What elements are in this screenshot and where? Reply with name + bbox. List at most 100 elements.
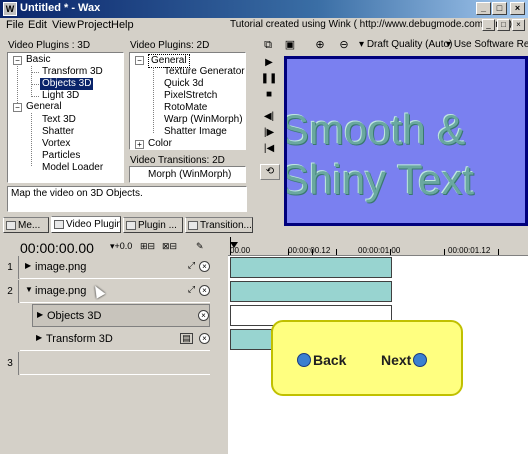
effect-icon[interactable]: ⤢ bbox=[186, 285, 197, 296]
track-number bbox=[2, 304, 19, 327]
remove-icon[interactable]: × bbox=[199, 285, 210, 296]
track-header[interactable]: ▶ Transform 3D ▤ × bbox=[20, 328, 210, 351]
track-label: image.png bbox=[35, 261, 87, 273]
track-2[interactable]: 2 ▼ image.png ⤢ × bbox=[2, 280, 210, 303]
plugins-2d-tree[interactable]: − General Texture Generator Quick 3d Pix… bbox=[129, 52, 246, 150]
remove-icon[interactable]: × bbox=[199, 333, 210, 344]
menu-file[interactable]: File bbox=[6, 19, 24, 31]
transition-tab-icon bbox=[188, 221, 198, 230]
stop-icon[interactable]: ■ bbox=[260, 88, 278, 104]
delete-button[interactable]: ⊠⊟ bbox=[162, 241, 177, 252]
remove-icon[interactable]: × bbox=[199, 261, 210, 272]
track-label: Objects 3D bbox=[47, 310, 102, 322]
timeline-ruler[interactable]: 00.00 00:00:00.12 00:00:01.00 00:00:01.1… bbox=[228, 237, 528, 256]
menu-edit[interactable]: Edit bbox=[28, 19, 47, 31]
subtrack-transform3d[interactable]: ▶ Transform 3D ▤ × bbox=[2, 328, 210, 351]
clip-bar[interactable] bbox=[230, 281, 392, 302]
collapse-icon[interactable]: − bbox=[13, 103, 22, 112]
tree-node-model-loader[interactable]: Model Loader bbox=[42, 162, 103, 174]
track-header[interactable] bbox=[20, 352, 210, 375]
collapse-icon[interactable]: − bbox=[135, 56, 144, 65]
playhead-icon[interactable] bbox=[230, 242, 238, 248]
minimize-button[interactable]: _ bbox=[476, 2, 491, 15]
tree-node-objects3d[interactable]: Objects 3D bbox=[40, 78, 94, 90]
tree-node-shatter[interactable]: Shatter bbox=[42, 126, 74, 138]
title-bar: W Untitled * - Wax _ □ × bbox=[0, 0, 528, 18]
renderer-option[interactable]: ▾ Use Software Re bbox=[446, 39, 528, 50]
subtrack-objects3d[interactable]: ▶ Objects 3D × bbox=[2, 304, 210, 327]
plugins-3d-tree[interactable]: − Basic Transform 3D Objects 3D Light 3D… bbox=[7, 52, 124, 183]
copy-icon[interactable]: ⧉ bbox=[262, 39, 274, 51]
expand-arrow-icon[interactable]: ▶ bbox=[36, 333, 42, 342]
tree-node-text3d[interactable]: Text 3D bbox=[42, 114, 76, 126]
tab-transition[interactable]: Transition... bbox=[185, 217, 253, 233]
app-icon[interactable]: W bbox=[3, 2, 17, 16]
transitions-list[interactable]: Morph (WinMorph) bbox=[129, 166, 246, 183]
edit-button[interactable]: ✎ bbox=[196, 241, 204, 252]
doc-minimize-button[interactable]: _ bbox=[482, 19, 495, 31]
track-3[interactable]: 3 bbox=[2, 352, 210, 375]
tab-plugin[interactable]: Plugin ... bbox=[123, 217, 183, 233]
track-header[interactable]: ▶ Objects 3D × bbox=[32, 304, 210, 327]
ruler-tick bbox=[498, 249, 499, 255]
tree-node-particles[interactable]: Particles bbox=[42, 150, 80, 162]
effect-bar[interactable] bbox=[230, 329, 272, 350]
expand-icon[interactable]: + bbox=[135, 140, 144, 149]
tree-node-morph[interactable]: Morph (WinMorph) bbox=[148, 169, 231, 181]
tree-node-color[interactable]: Color bbox=[148, 138, 172, 150]
tab-media[interactable]: Me... bbox=[3, 217, 49, 233]
tree-node-general[interactable]: General bbox=[26, 101, 62, 113]
quality-option[interactable]: ▾ Draft Quality (Auto) bbox=[359, 39, 452, 50]
tree-node-basic[interactable]: Basic bbox=[26, 54, 50, 66]
tree-node-warp[interactable]: Warp (WinMorph) bbox=[164, 114, 243, 126]
tree-node-texture-generator[interactable]: Texture Generator bbox=[164, 66, 245, 78]
tree-node-shatter-image[interactable]: Shatter Image bbox=[164, 126, 227, 138]
split-button[interactable]: ⊞⊟ bbox=[140, 241, 155, 252]
track-number: 2 bbox=[2, 280, 19, 303]
collapse-arrow-icon[interactable]: ▼ bbox=[25, 285, 33, 294]
save-icon[interactable]: ▣ bbox=[284, 39, 296, 51]
collapse-icon[interactable]: − bbox=[13, 56, 22, 65]
tree-node-transform3d[interactable]: Transform 3D bbox=[42, 66, 103, 78]
menu-project[interactable]: Project bbox=[77, 19, 111, 31]
maximize-button[interactable]: □ bbox=[492, 2, 507, 15]
tree-node-vortex[interactable]: Vortex bbox=[42, 138, 70, 150]
loop-icon[interactable]: ⟲ bbox=[260, 164, 280, 180]
play-icon[interactable]: ▶ bbox=[260, 56, 278, 72]
properties-icon[interactable]: ▤ bbox=[180, 333, 193, 344]
tree-node-quick3d[interactable]: Quick 3d bbox=[164, 78, 203, 90]
tree-node-pixelstretch[interactable]: PixelStretch bbox=[164, 90, 217, 102]
tree-line bbox=[17, 61, 18, 107]
next-arrow-icon bbox=[413, 353, 428, 367]
expand-arrow-icon[interactable]: ▶ bbox=[25, 261, 31, 270]
back-button[interactable]: Back bbox=[295, 352, 346, 368]
tab-transition-label: Transition... bbox=[200, 220, 252, 231]
close-button[interactable]: × bbox=[510, 2, 525, 15]
zoom-out-icon[interactable]: ⊖ bbox=[338, 39, 350, 51]
clip-bar[interactable] bbox=[230, 257, 392, 278]
pause-icon[interactable]: ❚❚ bbox=[260, 72, 278, 88]
track-1[interactable]: 1 ▶ image.png ⤢ × bbox=[2, 256, 210, 279]
tree-line bbox=[31, 96, 39, 97]
snap-button[interactable]: ▾+0.0 bbox=[110, 241, 132, 252]
doc-close-button[interactable]: × bbox=[512, 19, 525, 31]
ruler-label: 00:00:00.12 bbox=[288, 246, 331, 255]
transitions-label: Video Transitions: 2D bbox=[130, 155, 225, 166]
effect-icon[interactable]: ⤢ bbox=[186, 261, 197, 272]
zoom-in-icon[interactable]: ⊕ bbox=[314, 39, 326, 51]
track-header[interactable]: ▼ image.png ⤢ × bbox=[20, 280, 210, 303]
remove-icon[interactable]: × bbox=[198, 310, 209, 321]
menu-help[interactable]: Help bbox=[111, 19, 134, 31]
doc-restore-button[interactable]: □ bbox=[497, 19, 510, 31]
tree-node-rotomate[interactable]: RotoMate bbox=[164, 102, 207, 114]
rewind-icon[interactable]: |◀ bbox=[260, 142, 278, 158]
step-back-icon[interactable]: ◀| bbox=[260, 110, 278, 126]
step-forward-icon[interactable]: |▶ bbox=[260, 126, 278, 142]
next-button[interactable]: Next bbox=[381, 352, 429, 368]
expand-arrow-icon[interactable]: ▶ bbox=[37, 310, 43, 319]
tab-video-plugins[interactable]: Video Plugins bbox=[51, 216, 121, 233]
track-header[interactable]: ▶ image.png ⤢ × bbox=[20, 256, 210, 279]
tab-plugin-label: Plugin ... bbox=[138, 220, 177, 231]
window-title: Untitled * - Wax bbox=[20, 2, 101, 14]
menu-view[interactable]: View bbox=[52, 19, 76, 31]
